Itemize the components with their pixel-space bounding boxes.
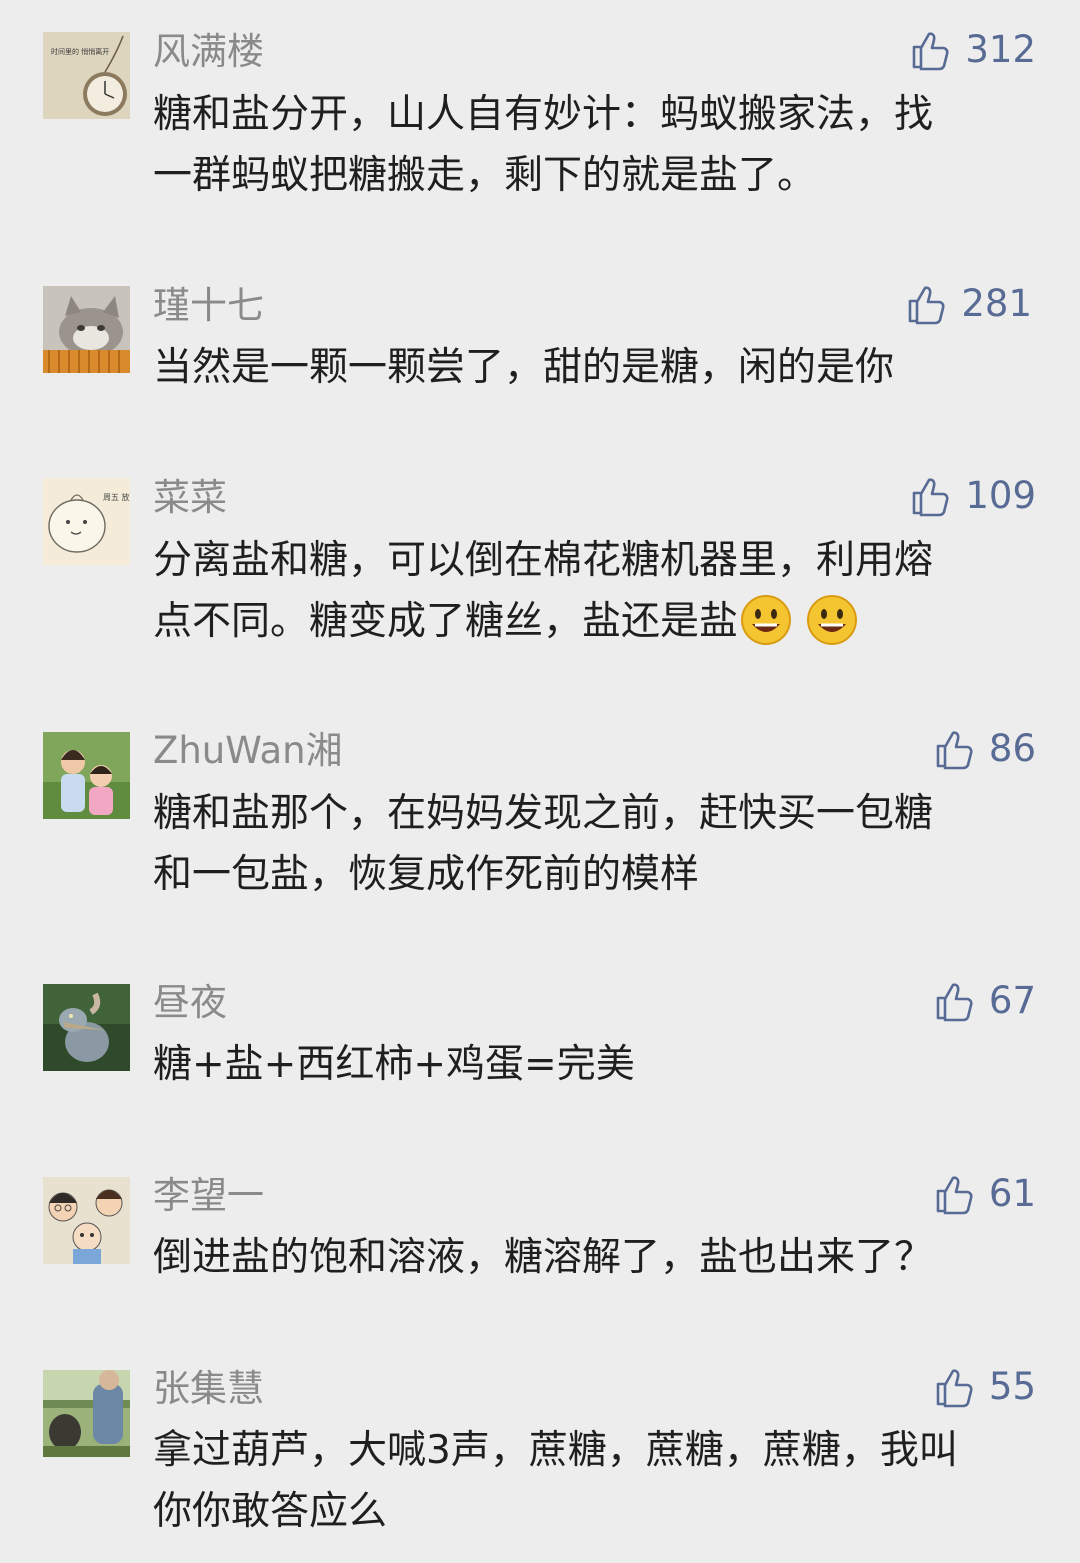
avatar[interactable] bbox=[43, 984, 130, 1071]
like-button[interactable]: 312 bbox=[909, 28, 1036, 72]
svg-text:时间里的 悄悄离开: 时间里的 悄悄离开 bbox=[51, 47, 109, 56]
username[interactable]: ZhuWan湘 bbox=[153, 729, 343, 773]
thumbs-up-icon bbox=[936, 1369, 973, 1408]
username[interactable]: 张集慧 bbox=[153, 1367, 264, 1411]
comment-text: 糖+盐+西红柿+鸡蛋=完美 bbox=[153, 1034, 1033, 1095]
thumbs-up-icon bbox=[913, 478, 949, 517]
comment-line: 糖和盐那个，在妈妈发现之前，赶快买一包糖 bbox=[153, 791, 934, 836]
avatar[interactable]: 时间里的 悄悄离开 bbox=[43, 32, 130, 119]
thumbs-up-icon bbox=[936, 983, 973, 1022]
username[interactable]: 昼夜 bbox=[153, 981, 227, 1025]
comment-line: 糖+盐+西红柿+鸡蛋=完美 bbox=[153, 1042, 635, 1087]
username[interactable]: 菜菜 bbox=[153, 476, 227, 520]
thumbs-up-icon bbox=[913, 32, 949, 71]
comment-text: 拿过葫芦，大喊3声，蔗糖，蔗糖，蔗糖，我叫 你你敢答应么 bbox=[153, 1420, 1033, 1542]
comment-line: 你你敢答应么 bbox=[153, 1489, 388, 1534]
comment-text: 糖和盐那个，在妈妈发现之前，赶快买一包糖 和一包盐，恢复成作死前的模样 bbox=[153, 783, 1033, 905]
comment-line: 点不同。糖变成了糖丝，盐还是盐 bbox=[153, 591, 1033, 652]
svg-text:周五 放学 别走: 周五 放学 别走 bbox=[103, 492, 130, 502]
comment-line: 分离盐和糖，可以倒在棉花糖机器里，利用熔 bbox=[153, 538, 934, 583]
avatar[interactable] bbox=[43, 1370, 130, 1457]
avatar[interactable] bbox=[43, 286, 130, 373]
like-count: 281 bbox=[961, 282, 1032, 325]
family-drawing-avatar-image bbox=[43, 1177, 130, 1264]
comment-text: 当然是一颗一颗尝了，甜的是糖，闲的是你 bbox=[153, 337, 1033, 398]
comment-text: 倒进盐的饱和溶液，糖溶解了，盐也出来了？ bbox=[153, 1227, 1033, 1288]
like-count: 55 bbox=[988, 1365, 1036, 1408]
avatar[interactable] bbox=[43, 732, 130, 819]
family-photo-avatar-image bbox=[43, 732, 130, 819]
like-count: 61 bbox=[988, 1172, 1036, 1215]
username[interactable]: 风满楼 bbox=[153, 30, 264, 74]
like-button[interactable]: 55 bbox=[933, 1365, 1036, 1409]
comment-line: 倒进盐的饱和溶液，糖溶解了，盐也出来了？ bbox=[153, 1235, 934, 1280]
comment-text: 糖和盐分开，山人自有妙计：蚂蚁搬家法，找 一群蚂蚁把糖搬走，剩下的就是盐了。 bbox=[153, 84, 1033, 206]
smiley-emoji-icon bbox=[741, 594, 792, 645]
comment-line: 和一包盐，恢复成作死前的模样 bbox=[153, 852, 700, 897]
like-button[interactable]: 61 bbox=[933, 1172, 1036, 1216]
thumbs-up-icon bbox=[936, 731, 973, 770]
comment-line: 一群蚂蚁把糖搬走，剩下的就是盐了。 bbox=[153, 153, 817, 198]
cartoon-avatar-image: 周五 放学 别走 bbox=[43, 478, 130, 565]
thumbs-up-icon bbox=[936, 1176, 973, 1215]
like-count: 67 bbox=[988, 979, 1036, 1022]
bird-avatar-image bbox=[43, 984, 130, 1071]
username[interactable]: 瑾十七 bbox=[153, 284, 264, 328]
comment-line: 拿过葫芦，大喊3声，蔗糖，蔗糖，蔗糖，我叫 bbox=[153, 1428, 958, 1473]
like-button[interactable]: 86 bbox=[933, 727, 1036, 771]
thumbs-up-icon bbox=[909, 286, 945, 325]
username[interactable]: 李望一 bbox=[153, 1174, 264, 1218]
avatar[interactable] bbox=[43, 1177, 130, 1264]
pocket-watch-avatar-image: 时间里的 悄悄离开 bbox=[43, 32, 130, 119]
like-count: 86 bbox=[988, 727, 1036, 770]
comment-line: 当然是一颗一颗尝了，甜的是糖，闲的是你 bbox=[153, 345, 895, 390]
comment-text: 分离盐和糖，可以倒在棉花糖机器里，利用熔 点不同。糖变成了糖丝，盐还是盐 bbox=[153, 530, 1033, 652]
outdoor-photo-avatar-image bbox=[43, 1370, 130, 1457]
like-count: 312 bbox=[965, 28, 1036, 71]
cat-avatar-image bbox=[43, 286, 130, 373]
comment-line: 糖和盐分开，山人自有妙计：蚂蚁搬家法，找 bbox=[153, 92, 934, 137]
comment-line-text: 点不同。糖变成了糖丝，盐还是盐 bbox=[153, 599, 739, 644]
avatar[interactable]: 周五 放学 别走 bbox=[43, 478, 130, 565]
like-button[interactable]: 67 bbox=[933, 979, 1036, 1023]
like-button[interactable]: 281 bbox=[905, 282, 1032, 326]
like-count: 109 bbox=[965, 474, 1036, 517]
smiley-emoji-icon bbox=[807, 594, 858, 645]
like-button[interactable]: 109 bbox=[909, 474, 1036, 518]
